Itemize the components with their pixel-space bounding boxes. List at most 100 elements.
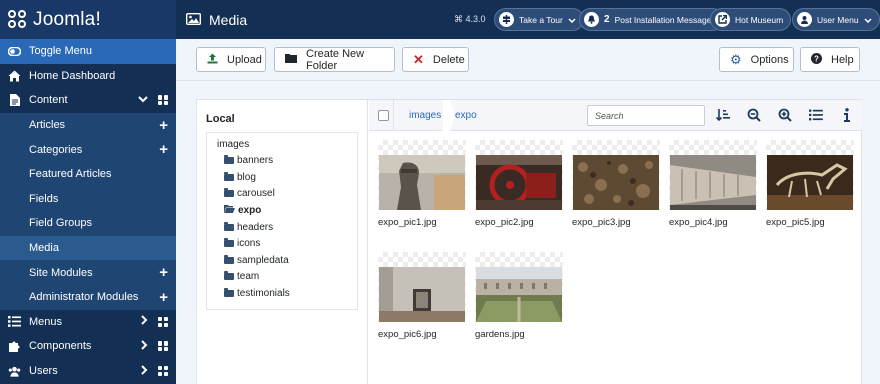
delete-button[interactable]: ✕ Delete (402, 47, 469, 72)
chevron-right-icon[interactable] (141, 340, 148, 353)
media-item-expo-pic2[interactable]: expo_pic2.jpg (475, 140, 563, 228)
dashboard-grid-icon[interactable] (158, 95, 168, 106)
sidebar-item-label: Field Groups (29, 217, 92, 230)
media-item-expo-pic4[interactable]: expo_pic4.jpg (669, 140, 757, 228)
media-item-expo-pic6[interactable]: expo_pic6.jpg (378, 252, 466, 340)
thumbnail-image (767, 155, 853, 210)
chevron-right-icon[interactable] (141, 364, 148, 378)
sidebar-item-components[interactable]: Components (0, 334, 176, 359)
user-menu-button[interactable]: User Menu (792, 8, 880, 31)
joomla-logo[interactable]: Joomla! (0, 0, 176, 39)
gear-icon: ⚙ (730, 51, 742, 67)
thumbnail-image (573, 155, 659, 210)
add-icon[interactable]: + (159, 265, 168, 280)
tree-root-images[interactable]: images (217, 139, 249, 150)
sort-icon[interactable] (715, 107, 731, 123)
sidebar-item-label: Administrator Modules (29, 291, 139, 304)
sidebar-item-media[interactable]: Media (0, 235, 176, 261)
version-label: ⌘ 4.3.0 (454, 14, 486, 24)
page-title-text: Media (209, 11, 248, 28)
sidebar-item-categories[interactable]: Categories + (0, 137, 176, 162)
chevron-right-icon[interactable] (141, 315, 148, 328)
folder-icon (224, 288, 234, 297)
add-icon[interactable]: + (159, 118, 168, 133)
search-input[interactable] (587, 105, 705, 126)
info-icon[interactable] (839, 107, 855, 123)
select-all-checkbox[interactable] (378, 110, 389, 121)
sidebar-item-label: Menus (29, 315, 63, 328)
sidebar-item-label: Media (29, 242, 59, 255)
external-link-icon (715, 12, 730, 27)
toolbar: Upload Create New Folder ✕ Delete ⚙ Opti… (176, 39, 880, 81)
close-icon: ✕ (413, 51, 424, 67)
thumbnail-frame (766, 140, 854, 210)
view-site-button[interactable]: Hot Museum (710, 8, 792, 31)
breadcrumb-images[interactable]: images (409, 110, 441, 121)
tree-item-sampledata[interactable]: sampledata (224, 255, 289, 266)
file-name: expo_pic5.jpg (766, 217, 825, 228)
sidebar-item-featured-articles[interactable]: Featured Articles (0, 161, 176, 187)
sidebar-item-fields[interactable]: Fields (0, 186, 176, 212)
home-icon (8, 69, 21, 82)
sidebar-item-menus[interactable]: Menus (0, 310, 176, 335)
post-installation-messages-button[interactable]: 2 Post Installation Messages (579, 8, 724, 31)
signpost-icon (499, 12, 514, 27)
sidebar-item-label: Featured Articles (29, 168, 112, 181)
sidebar-item-administrator-modules[interactable]: Administrator Modules + (0, 284, 176, 310)
folder-icon (224, 222, 234, 231)
chevron-down-icon (568, 15, 576, 25)
dashboard-grid-icon[interactable] (158, 316, 168, 327)
sidebar-item-content[interactable]: Content (0, 88, 176, 113)
media-item-expo-pic5[interactable]: expo_pic5.jpg (766, 140, 854, 228)
sidebar-item-label: Site Modules (29, 266, 93, 279)
media-item-expo-pic3[interactable]: expo_pic3.jpg (572, 140, 660, 228)
top-header: Media ⌘ 4.3.0 Take a Tour 2 Post Install… (176, 0, 880, 39)
media-item-gardens[interactable]: gardens.jpg (475, 252, 563, 340)
tree-item-carousel[interactable]: carousel (224, 188, 275, 199)
tree-item-banners[interactable]: banners (224, 155, 273, 166)
tree-item-team[interactable]: team (224, 271, 259, 282)
options-button[interactable]: ⚙ Options (719, 47, 794, 72)
disk-title: Local (206, 113, 235, 125)
sidebar-item-home-dashboard[interactable]: Home Dashboard (0, 64, 176, 89)
file-name: expo_pic1.jpg (378, 217, 437, 228)
zoom-out-icon[interactable] (746, 107, 762, 123)
chevron-down-icon (864, 15, 872, 25)
dashboard-grid-icon[interactable] (158, 341, 168, 352)
list-view-icon[interactable] (808, 107, 824, 123)
puzzle-icon (8, 340, 21, 353)
media-browser: images expo Search expo_pic1.jpg expo_pi… (369, 100, 862, 384)
sidebar-item-field-groups[interactable]: Field Groups (0, 211, 176, 236)
tree-item-headers[interactable]: headers (224, 222, 273, 233)
file-name: expo_pic3.jpg (572, 217, 631, 228)
sidebar-item-users[interactable]: Users (0, 359, 176, 384)
zoom-in-icon[interactable] (777, 107, 793, 123)
sidebar-item-articles[interactable]: Articles + (0, 112, 176, 138)
thumbnail-image (379, 155, 465, 210)
thumbnail-frame (378, 140, 466, 210)
thumbnail-image (670, 155, 756, 210)
upload-button[interactable]: Upload (196, 47, 266, 72)
tree-item-testimonials[interactable]: testimonials (224, 288, 290, 299)
tree-item-blog[interactable]: blog (224, 172, 256, 183)
chevron-down-icon[interactable] (138, 94, 148, 106)
tree-item-icons[interactable]: icons (224, 238, 260, 249)
sidebar-item-label: Home Dashboard (29, 69, 116, 82)
create-folder-button[interactable]: Create New Folder (274, 47, 395, 72)
breadcrumb-expo[interactable]: expo (455, 110, 477, 121)
divider (393, 100, 394, 131)
add-icon[interactable]: + (159, 142, 168, 157)
help-button[interactable]: ? Help (800, 47, 860, 72)
take-tour-button[interactable]: Take a Tour (494, 8, 584, 31)
sidebar-item-site-modules[interactable]: Site Modules + (0, 260, 176, 285)
dashboard-grid-icon[interactable] (158, 366, 168, 377)
images-icon (185, 12, 202, 28)
folder-icon (224, 172, 234, 181)
add-icon[interactable]: + (159, 290, 168, 305)
toggle-icon (8, 45, 21, 58)
tree-item-expo[interactable]: expo (224, 205, 261, 216)
folder-icon (224, 155, 234, 164)
media-item-expo-pic1[interactable]: expo_pic1.jpg (378, 140, 466, 228)
list-icon (8, 315, 21, 328)
toggle-menu-button[interactable]: Toggle Menu (0, 39, 176, 64)
